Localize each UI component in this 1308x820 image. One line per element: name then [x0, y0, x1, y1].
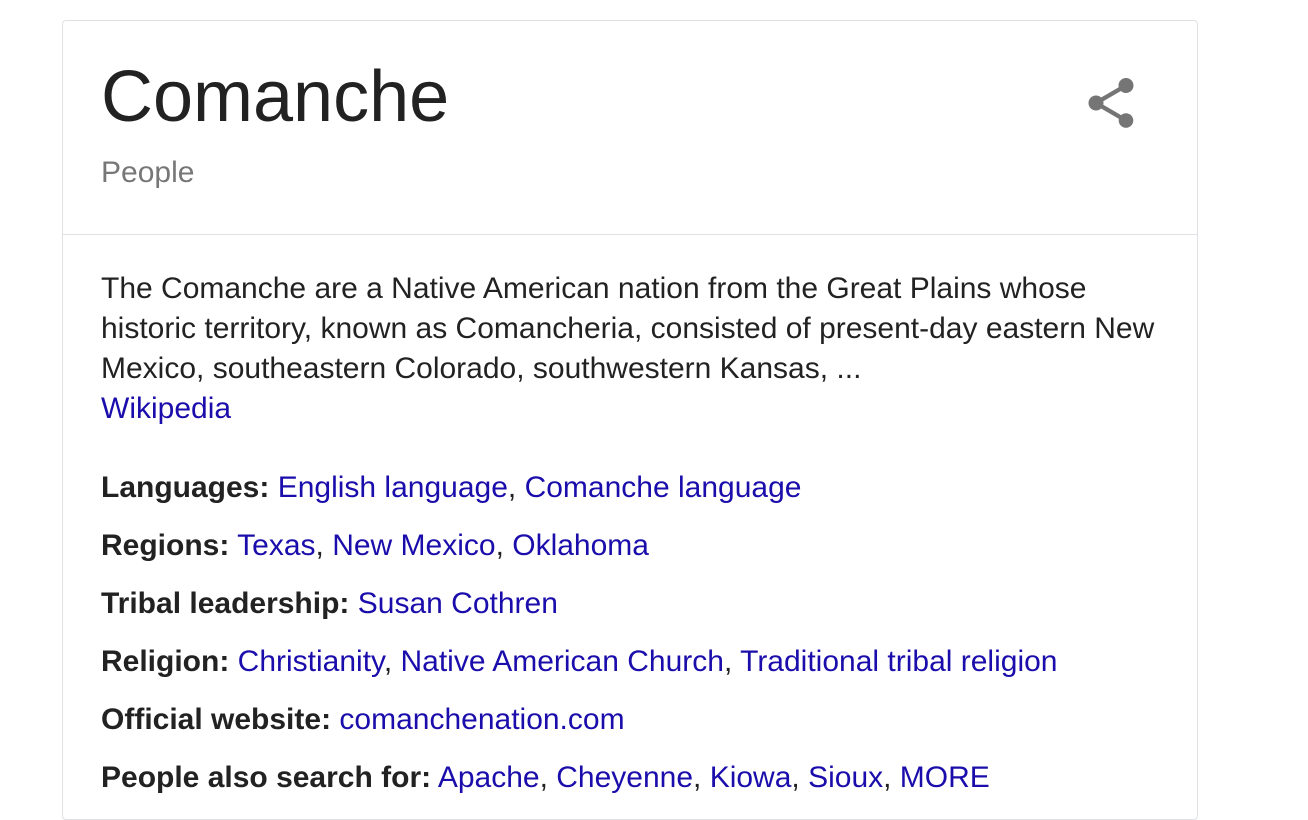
link-separator: ,: [723, 645, 741, 678]
fact-link[interactable]: Sioux: [808, 761, 883, 794]
panel-description: The Comanche are a Native American natio…: [101, 269, 1181, 429]
fact-label: People also search for:: [101, 761, 432, 794]
fact-link[interactable]: Christianity: [238, 645, 384, 678]
link-separator: ,: [539, 761, 557, 794]
panel-body: The Comanche are a Native American natio…: [101, 269, 1181, 807]
link-separator: ,: [883, 761, 900, 794]
fact-row-tribal-leadership: Tribal leadership: Susan Cothren: [101, 575, 1181, 633]
panel-subtitle: People: [101, 156, 195, 189]
fact-link[interactable]: Comanche language: [525, 471, 802, 504]
fact-label: Regions:: [101, 529, 230, 562]
fact-row-religion: Religion: Christianity, Native American …: [101, 633, 1181, 691]
link-separator: ,: [383, 645, 401, 678]
description-text: The Comanche are a Native American natio…: [101, 272, 1155, 385]
fact-row-regions: Regions: Texas, New Mexico, Oklahoma: [101, 517, 1181, 575]
fact-row-languages: Languages: English language, Comanche la…: [101, 459, 1181, 517]
fact-link[interactable]: Susan Cothren: [358, 587, 558, 620]
facts-list: Languages: English language, Comanche la…: [101, 459, 1181, 807]
link-separator: ,: [507, 471, 525, 504]
fact-link[interactable]: Oklahoma: [512, 529, 649, 562]
fact-link[interactable]: Apache: [438, 761, 540, 794]
panel-header: Comanche People: [63, 21, 1197, 235]
link-separator: ,: [315, 529, 333, 562]
fact-row-people-also-search-for: People also search for: Apache, Cheyenne…: [101, 749, 1181, 807]
fact-row-official-website: Official website: comanchenation.com: [101, 691, 1181, 749]
fact-link[interactable]: Kiowa: [710, 761, 792, 794]
fact-label: Religion:: [101, 645, 230, 678]
fact-link[interactable]: Texas: [237, 529, 315, 562]
share-icon[interactable]: [1081, 73, 1141, 133]
fact-label: Official website:: [101, 703, 332, 736]
fact-label: Languages:: [101, 471, 270, 504]
link-separator: ,: [495, 529, 513, 562]
fact-link[interactable]: English language: [278, 471, 508, 504]
link-separator: ,: [791, 761, 809, 794]
fact-link[interactable]: Traditional tribal religion: [740, 645, 1057, 678]
fact-link[interactable]: New Mexico: [332, 529, 495, 562]
knowledge-panel: Comanche People The Comanche are a Nativ…: [62, 20, 1198, 820]
fact-link[interactable]: Native American Church: [401, 645, 724, 678]
link-separator: ,: [693, 761, 710, 794]
panel-title: Comanche: [101, 57, 450, 137]
fact-link[interactable]: Cheyenne: [556, 761, 693, 794]
wikipedia-link[interactable]: Wikipedia: [101, 392, 231, 425]
fact-link[interactable]: MORE: [900, 761, 990, 794]
fact-label: Tribal leadership:: [101, 587, 350, 620]
fact-link[interactable]: comanchenation.com: [339, 703, 624, 736]
